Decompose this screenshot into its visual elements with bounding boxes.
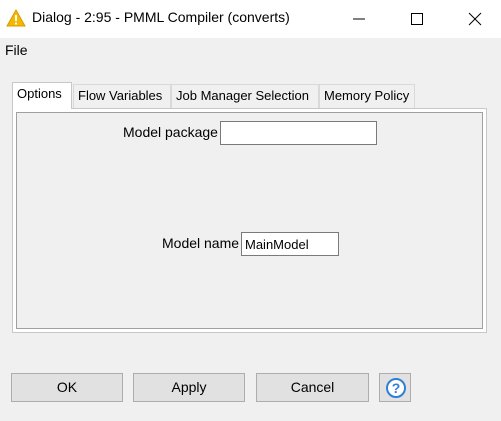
ok-button[interactable]: OK [11,373,123,402]
close-icon [468,12,482,26]
model-package-input[interactable] [220,121,377,145]
apply-button[interactable]: Apply [133,373,245,402]
help-question-icon: ? [386,378,406,398]
svg-text:?: ? [392,380,401,396]
minimize-button[interactable] [336,0,382,38]
maximize-icon [411,13,423,25]
options-panel: Model package Model name [12,108,487,333]
tab-options[interactable]: Options [12,82,72,109]
model-name-label: Model name [162,235,240,251]
title-bar: Dialog - 2:95 - PMML Compiler (converts) [0,0,501,38]
cancel-button[interactable]: Cancel [256,373,369,402]
warning-triangle-icon [6,8,26,27]
options-group: Model package Model name [16,112,483,329]
close-button[interactable] [452,0,498,38]
menu-file[interactable]: File [5,42,28,58]
help-button[interactable]: ? [379,373,411,402]
menu-bar: File [0,38,501,62]
minimize-icon [353,18,365,20]
tab-flow-variables[interactable]: Flow Variables [73,84,171,108]
maximize-button[interactable] [394,0,440,38]
model-package-label: Model package [123,124,218,140]
tab-memory-policy[interactable]: Memory Policy [319,84,415,108]
model-name-input[interactable] [241,232,339,256]
window-title: Dialog - 2:95 - PMML Compiler (converts) [32,9,290,25]
tab-job-manager-selection[interactable]: Job Manager Selection [171,84,319,108]
